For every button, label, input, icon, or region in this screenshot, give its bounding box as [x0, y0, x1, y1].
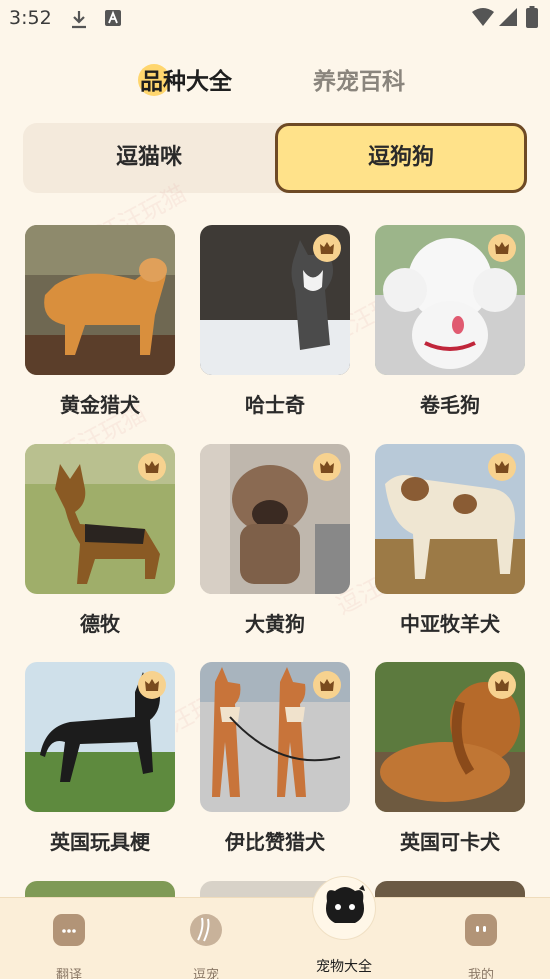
- nav-label: 翻译: [55, 968, 82, 979]
- breed-photo: [25, 225, 175, 375]
- vip-crown-icon: [138, 453, 166, 481]
- breed-name: 黄金猎犬: [60, 393, 140, 417]
- nav-play[interactable]: 逗宠: [151, 898, 261, 979]
- vip-crown-icon: [488, 234, 516, 262]
- profile-icon: [465, 914, 497, 946]
- vip-crown-icon: [313, 234, 341, 262]
- breed-name: 德牧: [80, 612, 120, 636]
- breed-name: 大黄狗: [245, 612, 305, 636]
- breed-name: 英国玩具梗: [50, 830, 150, 854]
- vip-crown-icon: [488, 671, 516, 699]
- breed-name: 哈士奇: [245, 393, 305, 417]
- nav-label: 我的: [467, 968, 494, 979]
- vip-crown-icon: [313, 453, 341, 481]
- breed-name: 伊比赞猎犬: [225, 830, 325, 854]
- vip-crown-icon: [488, 453, 516, 481]
- nav-label: 宠物大全: [316, 959, 372, 975]
- breed-name: 卷毛狗: [420, 393, 480, 417]
- chat-icon: [53, 914, 85, 946]
- nav-label: 逗宠: [192, 968, 219, 979]
- pet-face-icon[interactable]: [312, 876, 376, 940]
- breed-name: 英国可卡犬: [400, 830, 500, 854]
- bottom-nav: 翻译 逗宠 宠物大全 我的: [0, 897, 550, 979]
- breed-grid: 黄金猎犬 哈士奇 卷毛狗 德牧 大黄狗 中亚牧羊犬 英国玩具梗 伊比赞猎犬 英国…: [0, 0, 550, 979]
- vip-crown-icon: [138, 671, 166, 699]
- nav-profile[interactable]: 我的: [426, 898, 536, 979]
- paw-ball-icon: [190, 914, 222, 946]
- nav-translate[interactable]: 翻译: [14, 898, 124, 979]
- vip-crown-icon: [313, 671, 341, 699]
- breed-name: 中亚牧羊犬: [400, 612, 500, 636]
